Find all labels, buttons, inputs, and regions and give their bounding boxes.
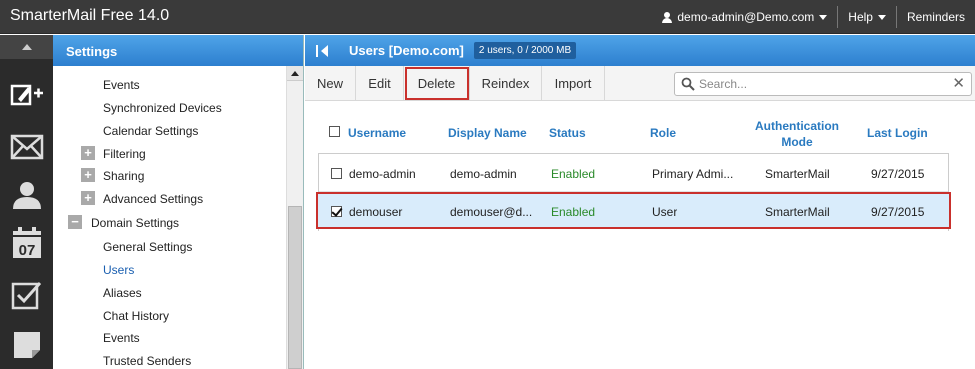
cell-last-login: 9/27/2015 xyxy=(871,167,925,181)
contacts-icon[interactable] xyxy=(0,175,53,215)
settings-tree: ▪ Events Synchronized Devices Calendar S… xyxy=(53,66,285,369)
user-menu[interactable]: demo-admin@Demo.com xyxy=(652,0,837,34)
settings-scrollbar[interactable] xyxy=(286,66,303,369)
tree-item-partial: ▪ xyxy=(103,66,107,68)
select-all-checkbox[interactable] xyxy=(329,126,340,137)
delete-button[interactable]: Delete xyxy=(404,66,470,101)
expand-icon[interactable]: + xyxy=(81,191,95,205)
new-button[interactable]: New xyxy=(305,66,356,101)
top-right-menu: demo-admin@Demo.com Help Reminders xyxy=(652,0,975,34)
chevron-up-icon xyxy=(21,44,32,50)
cell-display-name: demouser@d... xyxy=(450,205,533,219)
help-menu-label: Help xyxy=(848,10,873,24)
tree-item-chat-history[interactable]: Chat History xyxy=(103,309,169,323)
help-menu[interactable]: Help xyxy=(838,0,896,34)
tree-item-aliases[interactable]: Aliases xyxy=(103,286,142,300)
toolbar: New Edit Delete Reindex Import ✕ xyxy=(305,66,975,101)
cell-auth-mode: SmarterMail xyxy=(765,205,830,219)
tree-item-sharing[interactable]: Sharing xyxy=(103,169,144,183)
tree-item-general-settings[interactable]: General Settings xyxy=(103,240,192,254)
page-title: Users [Demo.com] xyxy=(349,43,464,58)
tree-item-synchronized-devices[interactable]: Synchronized Devices xyxy=(103,101,222,115)
chevron-down-icon xyxy=(877,14,886,20)
mail-icon[interactable] xyxy=(0,127,53,167)
tree-item-calendar-settings[interactable]: Calendar Settings xyxy=(103,124,198,138)
cell-role: User xyxy=(652,205,678,219)
chevron-up-icon xyxy=(291,70,299,76)
column-authentication-mode[interactable]: Authentication Mode xyxy=(755,118,839,150)
column-role[interactable]: Role xyxy=(650,126,676,140)
users-panel: Users [Demo.com] 2 users, 0 / 2000 MB Ne… xyxy=(305,35,975,369)
scrollbar-thumb[interactable] xyxy=(288,206,302,369)
column-auth-line-1: Authentication xyxy=(755,119,839,133)
cell-auth-mode: SmarterMail xyxy=(765,167,830,181)
tree-item-users[interactable]: Users xyxy=(103,263,134,277)
row-checkbox[interactable] xyxy=(331,206,342,217)
table-row-selected[interactable]: demouser demouser@d... Enabled User Smar… xyxy=(316,192,951,229)
user-icon xyxy=(662,11,673,23)
scroll-up-button[interactable] xyxy=(287,66,303,81)
app-rail: 07 xyxy=(0,35,53,369)
cell-status: Enabled xyxy=(551,167,596,181)
table-row[interactable]: demo-admin demo-admin Enabled Primary Ad… xyxy=(319,155,948,192)
column-username[interactable]: Username xyxy=(348,126,406,140)
collapse-icon[interactable]: − xyxy=(68,215,82,229)
notes-icon[interactable] xyxy=(0,325,53,365)
rail-scroll-up-button[interactable] xyxy=(0,35,53,59)
compose-icon[interactable] xyxy=(0,75,53,115)
reindex-button[interactable]: Reindex xyxy=(470,66,542,101)
import-button[interactable]: Import xyxy=(542,66,605,101)
settings-panel: Settings ▪ Events Synchronized Devices C… xyxy=(53,35,304,369)
search-input[interactable] xyxy=(699,75,949,93)
calendar-icon[interactable]: 07 xyxy=(0,223,53,263)
cell-display-name: demo-admin xyxy=(450,167,517,181)
users-header: Users [Demo.com] 2 users, 0 / 2000 MB xyxy=(305,35,975,66)
tree-item-events[interactable]: Events xyxy=(103,78,140,92)
collapse-sidebar-icon[interactable] xyxy=(305,35,339,66)
user-count-badge: 2 users, 0 / 2000 MB xyxy=(473,42,577,59)
tree-item-advanced-settings[interactable]: Advanced Settings xyxy=(103,192,203,206)
tree-item-filtering[interactable]: Filtering xyxy=(103,147,146,161)
tree-item-events-2[interactable]: Events xyxy=(103,331,140,345)
app-title: SmarterMail Free 14.0 xyxy=(10,7,170,24)
tree-item-trusted-senders[interactable]: Trusted Senders xyxy=(103,354,191,368)
settings-title: Settings xyxy=(53,35,303,66)
users-table: demo-admin demo-admin Enabled Primary Ad… xyxy=(316,153,951,231)
tasks-icon[interactable] xyxy=(0,275,53,315)
cell-last-login: 9/27/2015 xyxy=(871,205,925,219)
column-display-name[interactable]: Display Name xyxy=(448,126,527,140)
cell-username: demo-admin xyxy=(349,167,416,181)
column-status[interactable]: Status xyxy=(549,126,586,140)
cell-username: demouser xyxy=(349,205,403,219)
reminders-link[interactable]: Reminders xyxy=(897,0,975,34)
row-checkbox[interactable] xyxy=(331,168,342,179)
reminders-label: Reminders xyxy=(906,10,965,24)
user-menu-label: demo-admin@Demo.com xyxy=(677,10,815,24)
cell-status: Enabled xyxy=(551,205,596,219)
edit-button[interactable]: Edit xyxy=(356,66,404,101)
chevron-down-icon xyxy=(819,14,828,20)
expand-icon[interactable]: + xyxy=(81,168,95,182)
expand-icon[interactable]: + xyxy=(81,146,95,160)
search-icon xyxy=(681,77,695,91)
calendar-day: 07 xyxy=(18,242,35,259)
search-box: ✕ xyxy=(674,72,972,96)
column-last-login[interactable]: Last Login xyxy=(867,126,928,140)
clear-search-icon[interactable]: ✕ xyxy=(952,76,965,92)
top-bar: SmarterMail Free 14.0 demo-admin@Demo.co… xyxy=(0,0,975,34)
column-auth-line-2: Mode xyxy=(781,135,813,149)
cell-role: Primary Admi... xyxy=(652,167,734,181)
tree-item-domain-settings[interactable]: Domain Settings xyxy=(91,216,179,230)
